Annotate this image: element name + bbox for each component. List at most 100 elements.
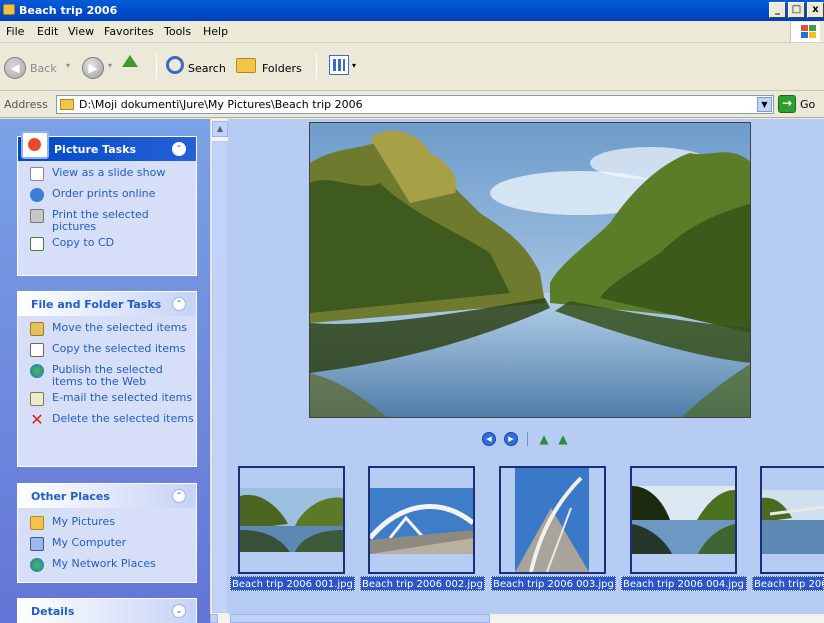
- next-image-icon[interactable]: ▶: [504, 432, 518, 446]
- address-path[interactable]: D:\Moji dokumenti\Jure\My Pictures\Beach…: [79, 98, 363, 111]
- window-title: Beach trip 2006: [19, 4, 118, 17]
- menu-bar: File Edit View Favorites Tools Help: [0, 21, 824, 43]
- thumbnail-2[interactable]: [368, 466, 475, 574]
- task-label[interactable]: Copy to CD: [52, 236, 114, 249]
- email-icon: [30, 392, 44, 406]
- scroll-left-icon[interactable]: [210, 614, 218, 623]
- menu-file[interactable]: File: [6, 25, 24, 38]
- title-bar[interactable]: Beach trip 2006 _ □ x: [0, 0, 824, 21]
- task-label[interactable]: View as a slide show: [52, 166, 165, 179]
- thumbnail-caption[interactable]: Beach trip 200: [752, 576, 824, 591]
- up-folder-icon[interactable]: [122, 55, 138, 67]
- task-label[interactable]: Move the selected items: [52, 321, 187, 334]
- previous-image-icon[interactable]: ◀: [482, 432, 496, 446]
- thumbnail-1[interactable]: [238, 466, 345, 574]
- details-header[interactable]: Details ⌄: [18, 599, 196, 623]
- thumbnail-caption[interactable]: Beach trip 2006 002.jpg: [360, 576, 485, 591]
- maximize-button[interactable]: □: [788, 2, 805, 18]
- menu-tools[interactable]: Tools: [164, 25, 191, 38]
- thumbnail-4[interactable]: [630, 466, 737, 574]
- search-button-label[interactable]: Search: [188, 62, 226, 75]
- explorer-window: Beach trip 2006 _ □ x File Edit View Fav…: [0, 0, 824, 623]
- task-label[interactable]: Print the selected pictures: [52, 208, 149, 233]
- menu-edit[interactable]: Edit: [37, 25, 58, 38]
- collapse-chevron-icon[interactable]: ⌃: [172, 142, 186, 156]
- place-my-pictures[interactable]: My Pictures: [30, 516, 196, 533]
- scrollbar-thumb[interactable]: [230, 614, 490, 623]
- thumbnail-3[interactable]: [499, 466, 606, 574]
- standard-toolbar: ◀ Back ▾ ▶ ▾ Search Folders ▾: [0, 43, 824, 91]
- picture-tasks-panel: Picture Tasks ⌃ View as a slide show Ord…: [17, 131, 197, 276]
- thumbnail-caption[interactable]: Beach trip 2006 003.jpg: [491, 576, 616, 591]
- place-label[interactable]: My Network Places: [52, 557, 156, 570]
- thumbnail-5[interactable]: [760, 466, 824, 574]
- forward-arrow-icon[interactable]: ▶: [82, 57, 104, 79]
- other-places-panel: Other Places ⌃ My Pictures My Computer M…: [17, 483, 197, 583]
- back-dropdown-icon[interactable]: ▾: [66, 61, 70, 70]
- thumbnail-image: [762, 468, 824, 572]
- collapse-chevron-icon[interactable]: ⌃: [172, 297, 186, 311]
- scroll-up-icon[interactable]: ▲: [212, 121, 228, 137]
- filmstrip-scrollbar[interactable]: [210, 614, 824, 623]
- task-label[interactable]: Order prints online: [52, 187, 155, 200]
- task-label[interactable]: Publish the selected items to the Web: [52, 363, 163, 388]
- file-folder-tasks-header[interactable]: File and Folder Tasks ⌃: [18, 292, 196, 316]
- other-places-header[interactable]: Other Places ⌃: [18, 484, 196, 508]
- place-label[interactable]: My Computer: [52, 536, 126, 549]
- views-icon[interactable]: [329, 55, 349, 75]
- views-dropdown-icon[interactable]: ▾: [352, 61, 356, 70]
- place-label[interactable]: My Pictures: [52, 515, 115, 528]
- expand-chevron-icon[interactable]: ⌄: [172, 604, 186, 618]
- toolbar-separator: [316, 54, 317, 78]
- menu-view[interactable]: View: [68, 25, 94, 38]
- task-order-prints[interactable]: Order prints online: [30, 188, 196, 205]
- task-print-pictures[interactable]: Print the selected pictures: [30, 209, 196, 233]
- collapse-chevron-icon[interactable]: ⌃: [172, 489, 186, 503]
- address-field[interactable]: D:\Moji dokumenti\Jure\My Pictures\Beach…: [56, 95, 774, 114]
- task-label[interactable]: Copy the selected items: [52, 342, 185, 355]
- task-label[interactable]: Delete the selected items: [52, 412, 194, 425]
- scrollbar-thumb[interactable]: [212, 141, 228, 613]
- menu-help[interactable]: Help: [203, 25, 228, 38]
- copy-icon: [30, 343, 44, 357]
- task-publish-web[interactable]: Publish the selected items to the Web: [30, 364, 196, 388]
- task-label[interactable]: E-mail the selected items: [52, 391, 192, 404]
- other-places-title: Other Places: [31, 490, 110, 503]
- folders-icon[interactable]: [236, 58, 256, 73]
- rotate-clockwise-icon[interactable]: ▲: [537, 432, 551, 446]
- task-delete-items[interactable]: ✕ Delete the selected items: [30, 412, 196, 430]
- slideshow-icon: [30, 167, 44, 181]
- thumbnail-image: [501, 468, 604, 572]
- close-button[interactable]: x: [807, 2, 824, 18]
- address-bar: Address D:\Moji dokumenti\Jure\My Pictur…: [0, 92, 824, 118]
- file-folder-tasks-panel: File and Folder Tasks ⌃ Move the selecte…: [17, 291, 197, 467]
- back-button-label[interactable]: Back: [30, 62, 57, 75]
- minimize-button[interactable]: _: [769, 2, 786, 18]
- go-arrow-icon[interactable]: →: [778, 95, 796, 113]
- task-copy-to-cd[interactable]: Copy to CD: [30, 237, 196, 254]
- task-view-slideshow[interactable]: View as a slide show: [30, 167, 196, 184]
- place-my-network[interactable]: My Network Places: [30, 558, 196, 575]
- search-icon[interactable]: [166, 56, 184, 74]
- task-copy-items[interactable]: Copy the selected items: [30, 343, 196, 360]
- task-move-items[interactable]: Move the selected items: [30, 322, 196, 339]
- address-dropdown-icon[interactable]: ▼: [757, 97, 772, 112]
- thumbnail-caption[interactable]: Beach trip 2006 001.jpg: [230, 576, 355, 591]
- rotate-counterclockwise-icon[interactable]: ▲: [556, 432, 570, 446]
- picture-tasks-header[interactable]: Picture Tasks ⌃: [18, 131, 196, 161]
- forward-dropdown-icon[interactable]: ▾: [108, 61, 112, 70]
- task-email-items[interactable]: E-mail the selected items: [30, 392, 196, 409]
- thumbnail-caption[interactable]: Beach trip 2006 004.jpg: [621, 576, 747, 591]
- picture-tasks-title: Picture Tasks: [54, 143, 137, 156]
- back-arrow-icon[interactable]: ◀: [4, 57, 26, 79]
- windows-logo-icon: [790, 22, 820, 42]
- go-button-label[interactable]: Go: [800, 98, 815, 111]
- details-title: Details: [31, 605, 75, 618]
- place-my-computer[interactable]: My Computer: [30, 537, 196, 554]
- menu-favorites[interactable]: Favorites: [104, 25, 154, 38]
- folder-icon: [60, 99, 74, 110]
- folders-button-label[interactable]: Folders: [262, 62, 302, 75]
- task-pane-scrollbar[interactable]: ▲: [210, 119, 228, 614]
- thumbnail-image: [632, 468, 735, 572]
- river-photo: [310, 123, 750, 417]
